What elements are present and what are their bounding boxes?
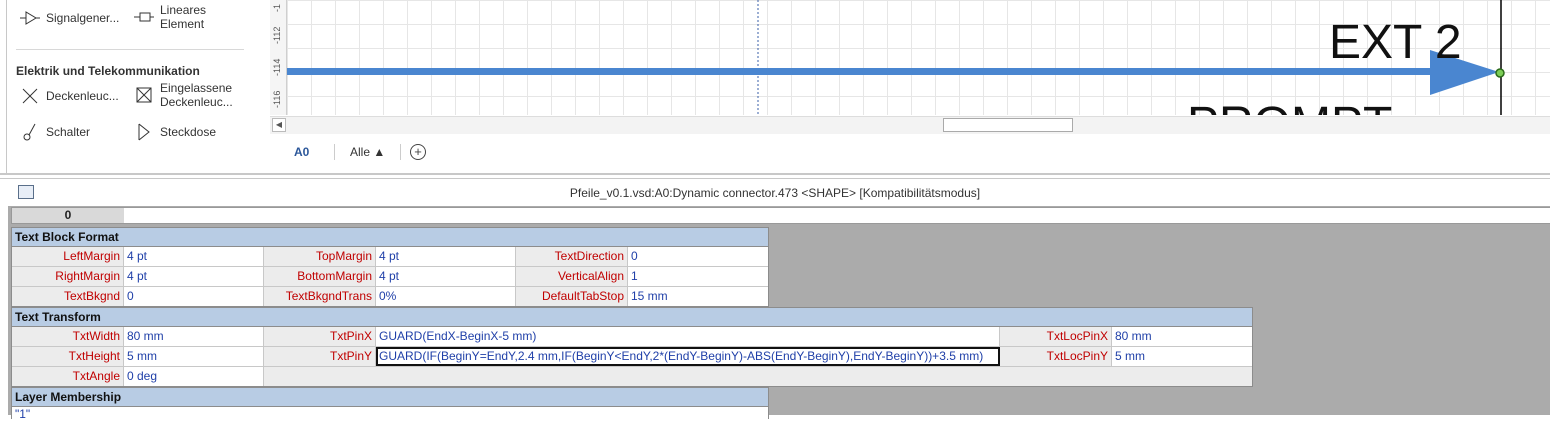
empty-cells: [264, 367, 1252, 386]
ceiling-light-icon: [20, 86, 40, 106]
section-text-block-format: Text Block Format LeftMargin 4 pt TopMar…: [11, 227, 769, 307]
cell-name[interactable]: BottomMargin: [264, 267, 376, 286]
canvas-drawing: EXT 2 PROMPT: [287, 0, 1505, 115]
page-tabs: A0 Alle ▲ +: [270, 136, 1550, 168]
cell-value[interactable]: 0%: [376, 287, 516, 306]
row-zero-cell[interactable]: 0: [11, 207, 125, 224]
cell-name[interactable]: TxtAngle: [12, 367, 124, 386]
cell-value[interactable]: 4 pt: [376, 247, 516, 266]
stencil-item-label: Signalgener...: [46, 11, 120, 25]
tab-page-a0[interactable]: A0: [294, 145, 309, 159]
stencil-item-label: Lineares Element: [160, 3, 207, 31]
section-text-transform: Text Transform TxtWidth 80 mm TxtPinX GU…: [11, 307, 1253, 387]
cell-name[interactable]: TextBkgnd: [12, 287, 124, 306]
table-row: TxtAngle 0 deg: [12, 367, 1252, 386]
cell-value[interactable]: 4 pt: [124, 267, 264, 286]
cell-value[interactable]: 4 pt: [376, 267, 516, 286]
table-row: "1": [12, 407, 768, 426]
stencil-item-label: Eingelassene Deckenleuc...: [160, 81, 233, 109]
cell-value[interactable]: "1": [12, 407, 768, 426]
cell-name[interactable]: TxtPinY: [264, 347, 376, 366]
cell-value[interactable]: 5 mm: [1112, 347, 1252, 366]
table-row: TextBkgnd 0 TextBkgndTrans 0% DefaultTab…: [12, 287, 768, 306]
cell-name[interactable]: TxtLocPinX: [1000, 327, 1112, 346]
recessed-ceiling-light-icon: [134, 85, 154, 105]
table-row: RightMargin 4 pt BottomMargin 4 pt Verti…: [12, 267, 768, 287]
cell-name[interactable]: VerticalAlign: [516, 267, 628, 286]
add-page-icon[interactable]: +: [410, 144, 426, 160]
stencil-item-ceiling-light[interactable]: Deckenleuc...: [20, 86, 119, 106]
ruler-tick: -114: [272, 58, 282, 76]
window-border: [0, 0, 7, 175]
stencil-item-switch[interactable]: Schalter: [20, 122, 90, 142]
cell-value[interactable]: 0 deg: [124, 367, 264, 386]
cell-value[interactable]: 80 mm: [124, 327, 264, 346]
cell-value[interactable]: 80 mm: [1112, 327, 1252, 346]
section-header: Layer Membership: [12, 388, 768, 407]
canvas-text-ext[interactable]: EXT 2: [1329, 16, 1462, 69]
linear-element-icon: [134, 7, 154, 27]
cell-value[interactable]: 5 mm: [124, 347, 264, 366]
scrollbar-thumb[interactable]: [943, 118, 1073, 132]
cell-value[interactable]: 1: [628, 267, 768, 286]
cell-name[interactable]: RightMargin: [12, 267, 124, 286]
stencil-item-label: Schalter: [46, 125, 91, 139]
ruler-tick: -116: [272, 90, 282, 108]
socket-icon: [134, 122, 154, 142]
connector-end-handle[interactable]: [1495, 68, 1505, 78]
tab-divider: [334, 144, 335, 160]
cell-value[interactable]: 15 mm: [628, 287, 768, 306]
table-row: TxtHeight 5 mm TxtPinY GUARD(IF(BeginY=E…: [12, 347, 1252, 367]
section-header: Text Transform: [12, 308, 1252, 327]
cell-name[interactable]: TxtPinX: [264, 327, 376, 346]
switch-icon: [20, 122, 40, 142]
row-zero-strip: [124, 207, 1550, 224]
horizontal-scrollbar[interactable]: [270, 116, 1550, 134]
stencil-item-label: Deckenleuc...: [46, 89, 119, 103]
cell-name[interactable]: LeftMargin: [12, 247, 124, 266]
stencil-item-linear-element[interactable]: Lineares Element: [134, 3, 220, 31]
cell-name[interactable]: TxtLocPinY: [1000, 347, 1112, 366]
ruler-tick: -1: [272, 3, 282, 12]
cell-value[interactable]: 0: [628, 247, 768, 266]
stencil-divider: [16, 49, 244, 50]
cell-formula[interactable]: GUARD(EndX-BeginX-5 mm): [376, 327, 1000, 346]
stencil-item-label: Steckdose: [160, 125, 217, 139]
stencil-item-recessed-ceiling-light[interactable]: Eingelassene Deckenleuc...: [134, 81, 233, 109]
cell-name[interactable]: TextDirection: [516, 247, 628, 266]
stencil-section-title: Elektrik und Telekommunikation: [16, 64, 200, 78]
cell-name[interactable]: DefaultTabStop: [516, 287, 628, 306]
shapesheet-title: Pfeile_v0.1.vsd:A0:Dynamic connector.473…: [569, 186, 981, 200]
connector-line[interactable]: [287, 68, 1435, 75]
cell-name[interactable]: TextBkgndTrans: [264, 287, 376, 306]
cell-value[interactable]: 4 pt: [124, 247, 264, 266]
cell-name[interactable]: TxtHeight: [12, 347, 124, 366]
window-splitter[interactable]: [0, 173, 1550, 175]
vertical-ruler: -1 -112 -114 -116: [270, 0, 287, 115]
cell-name[interactable]: TxtWidth: [12, 327, 124, 346]
canvas-text-prompt[interactable]: PROMPT: [1187, 98, 1392, 115]
stencil-item-socket[interactable]: Steckdose: [134, 122, 216, 142]
cell-value[interactable]: 0: [124, 287, 264, 306]
cell-name[interactable]: TopMargin: [264, 247, 376, 266]
tab-divider: [400, 144, 401, 160]
stencil-item-signal-generator[interactable]: Signalgener...: [20, 8, 119, 28]
table-row: TxtWidth 80 mm TxtPinX GUARD(EndX-BeginX…: [12, 327, 1252, 347]
tab-all-pages[interactable]: Alle ▲: [350, 145, 385, 159]
table-row: LeftMargin 4 pt TopMargin 4 pt TextDirec…: [12, 247, 768, 267]
cell-formula-selected[interactable]: GUARD(IF(BeginY=EndY,2.4 mm,IF(BeginY<En…: [376, 347, 1000, 366]
drawing-canvas[interactable]: EXT 2 PROMPT: [287, 0, 1550, 115]
signal-generator-icon: [20, 8, 40, 28]
scroll-left-icon[interactable]: ◀: [272, 118, 286, 132]
ruler-tick: -112: [272, 26, 282, 44]
section-layer-membership: Layer Membership "1": [11, 387, 769, 426]
section-header: Text Block Format: [12, 228, 768, 247]
